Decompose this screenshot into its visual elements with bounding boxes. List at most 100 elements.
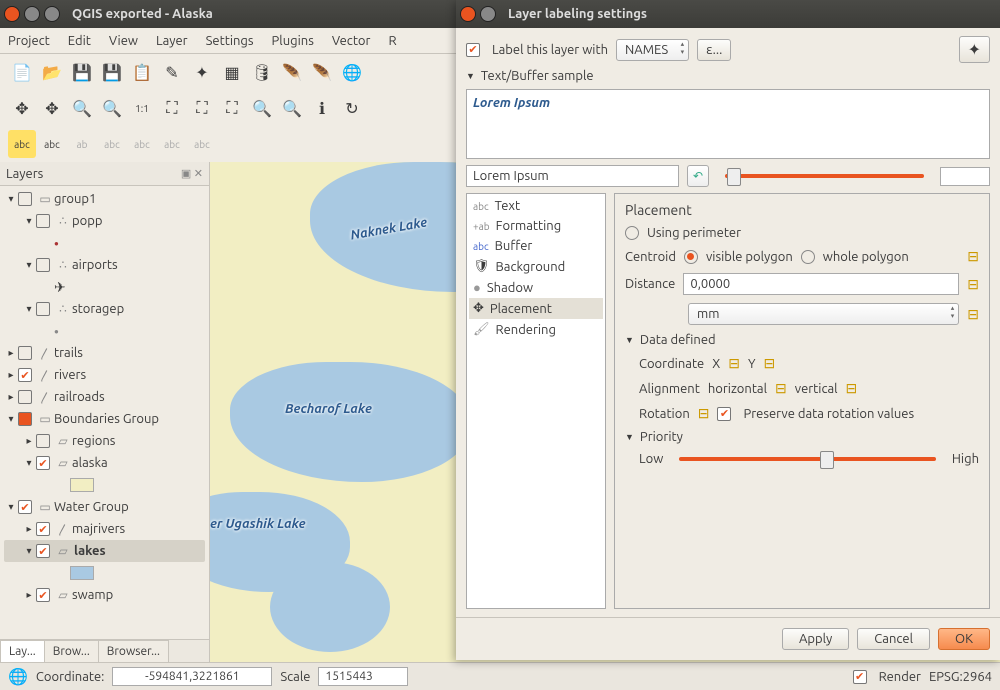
menu-plugins[interactable]: Plugins	[272, 34, 314, 48]
radio-whole[interactable]	[801, 250, 815, 264]
save-button[interactable]: 💾	[68, 58, 96, 86]
apply-button[interactable]: Apply	[782, 628, 849, 650]
preserve-checkbox[interactable]	[717, 407, 731, 421]
layer-lakes[interactable]: lakes	[74, 544, 106, 558]
refresh-button[interactable]: ↻	[338, 94, 366, 122]
expand-icon[interactable]: ▾	[4, 193, 18, 205]
dialog-close-icon[interactable]	[460, 6, 476, 22]
field-combo[interactable]: NAMES	[616, 39, 689, 61]
options-list[interactable]: abcText +abFormatting abcBuffer 🛡Backgro…	[466, 193, 606, 609]
radio-perimeter[interactable]	[625, 226, 639, 240]
unit-combo[interactable]: mm	[688, 303, 959, 325]
open-project-button[interactable]: 📂	[38, 58, 66, 86]
tab-browser[interactable]: Brow...	[44, 640, 99, 662]
ok-button[interactable]: OK	[938, 628, 990, 650]
layer-storagep[interactable]: storagep	[72, 302, 124, 316]
opt-background[interactable]: 🛡Background	[469, 256, 603, 277]
edit-button[interactable]: ✎	[158, 58, 186, 86]
layer-rivers[interactable]: rivers	[54, 368, 86, 382]
override-y[interactable]: ⊟	[764, 355, 776, 372]
zoom-native-button[interactable]: 1:1	[128, 94, 156, 122]
layer-majrivers[interactable]: majrivers	[72, 522, 125, 536]
priority-slider[interactable]	[679, 457, 936, 461]
grid-button[interactable]: ▦	[218, 58, 246, 86]
opt-shadow[interactable]: ●Shadow	[469, 277, 603, 298]
new-project-button[interactable]: 📄	[8, 58, 36, 86]
save-as-button[interactable]: 💾	[98, 58, 126, 86]
layer-airports[interactable]: airports	[72, 258, 118, 272]
priority-header[interactable]: Priority	[625, 430, 979, 444]
layer-popp[interactable]: popp	[72, 214, 102, 228]
expression-button[interactable]: ε...	[697, 39, 731, 61]
label-abc2-button[interactable]: abc	[38, 130, 66, 158]
menu-project[interactable]: Project	[8, 34, 50, 48]
new-layer-button[interactable]: 📋	[128, 58, 156, 86]
menu-layer[interactable]: Layer	[156, 34, 188, 48]
zoom-out-button[interactable]: 🔍	[98, 94, 126, 122]
label-layer-checkbox[interactable]	[466, 43, 480, 57]
pan-selection-button[interactable]: ✥	[38, 94, 66, 122]
layer-railroads[interactable]: railroads	[54, 390, 105, 404]
zoom-layer-button[interactable]: ⛶	[218, 94, 246, 122]
menu-settings[interactable]: Settings	[206, 34, 254, 48]
layer-water-group[interactable]: Water Group	[54, 500, 129, 514]
menu-edit[interactable]: Edit	[68, 34, 91, 48]
feather2-button[interactable]: 🪶	[308, 58, 336, 86]
menu-raster[interactable]: R	[388, 34, 396, 48]
cancel-button[interactable]: Cancel	[857, 628, 930, 650]
data-defined-header[interactable]: Data defined	[625, 333, 979, 347]
tab-layers[interactable]: Lay...	[0, 640, 45, 662]
zoom-last-button[interactable]: 🔍	[248, 94, 276, 122]
engine-settings-button[interactable]: ✦	[959, 36, 990, 63]
override-x[interactable]: ⊟	[728, 355, 740, 372]
coord-input[interactable]	[112, 667, 272, 686]
zoom-in-button[interactable]: 🔍	[68, 94, 96, 122]
sample-size-input[interactable]	[940, 167, 990, 186]
scale-input[interactable]	[318, 667, 408, 686]
distance-input[interactable]	[683, 273, 959, 295]
radio-visible[interactable]	[684, 250, 698, 264]
zoom-full-button[interactable]: ⛶	[158, 94, 186, 122]
menu-view[interactable]: View	[109, 34, 138, 48]
zoom-next-button[interactable]: 🔍	[278, 94, 306, 122]
checkbox[interactable]	[18, 192, 32, 206]
feather-button[interactable]: 🪶	[278, 58, 306, 86]
render-checkbox[interactable]	[853, 670, 867, 684]
override-h[interactable]: ⊟	[775, 380, 787, 397]
maximize-icon[interactable]	[44, 6, 60, 22]
sample-input[interactable]	[466, 165, 679, 187]
sample-header[interactable]: Text/Buffer sample	[466, 69, 990, 83]
minimize-icon[interactable]	[24, 6, 40, 22]
opt-rendering[interactable]: 🖌Rendering	[469, 319, 603, 340]
layer-alaska[interactable]: alaska	[72, 456, 108, 470]
pan-button[interactable]: ✥	[8, 94, 36, 122]
label-abc-button[interactable]: abc	[8, 130, 36, 158]
db-button[interactable]: 🛢	[248, 58, 276, 86]
globe-button[interactable]: 🌐	[338, 58, 366, 86]
opt-text[interactable]: abcText	[469, 196, 603, 216]
override-v[interactable]: ⊟	[846, 380, 858, 397]
crs-icon[interactable]: 🌐	[8, 667, 28, 686]
label-rotate-button[interactable]: abc	[158, 130, 186, 158]
override-icon[interactable]: ⊟	[967, 248, 979, 265]
label-pin-button[interactable]: ab	[68, 130, 96, 158]
layer-trails[interactable]: trails	[54, 346, 83, 360]
label-change-button[interactable]: abc	[188, 130, 216, 158]
layer-swamp[interactable]: swamp	[72, 588, 113, 602]
override-icon[interactable]: ⊟	[967, 276, 979, 293]
identify-button[interactable]: ℹ	[308, 94, 336, 122]
override-icon[interactable]: ⊟	[967, 306, 979, 323]
layer-group1[interactable]: group1	[54, 192, 96, 206]
dialog-min-icon[interactable]	[480, 6, 496, 22]
zoom-selection-button[interactable]: ⛶	[188, 94, 216, 122]
layer-tree[interactable]: ▾▭group1 ▾∴popp ● ▾∴airports ✈ ▾∴storage…	[0, 186, 209, 639]
panel-buttons[interactable]: ▣ ✕	[181, 167, 203, 180]
opt-placement[interactable]: ✥Placement	[469, 298, 603, 319]
close-icon[interactable]	[4, 6, 20, 22]
label-show-button[interactable]: abc	[98, 130, 126, 158]
override-rot[interactable]: ⊟	[698, 405, 710, 422]
sample-size-slider[interactable]	[725, 174, 924, 178]
label-move-button[interactable]: abc	[128, 130, 156, 158]
node-tool-button[interactable]: ✦	[188, 58, 216, 86]
menu-vector[interactable]: Vector	[332, 34, 371, 48]
